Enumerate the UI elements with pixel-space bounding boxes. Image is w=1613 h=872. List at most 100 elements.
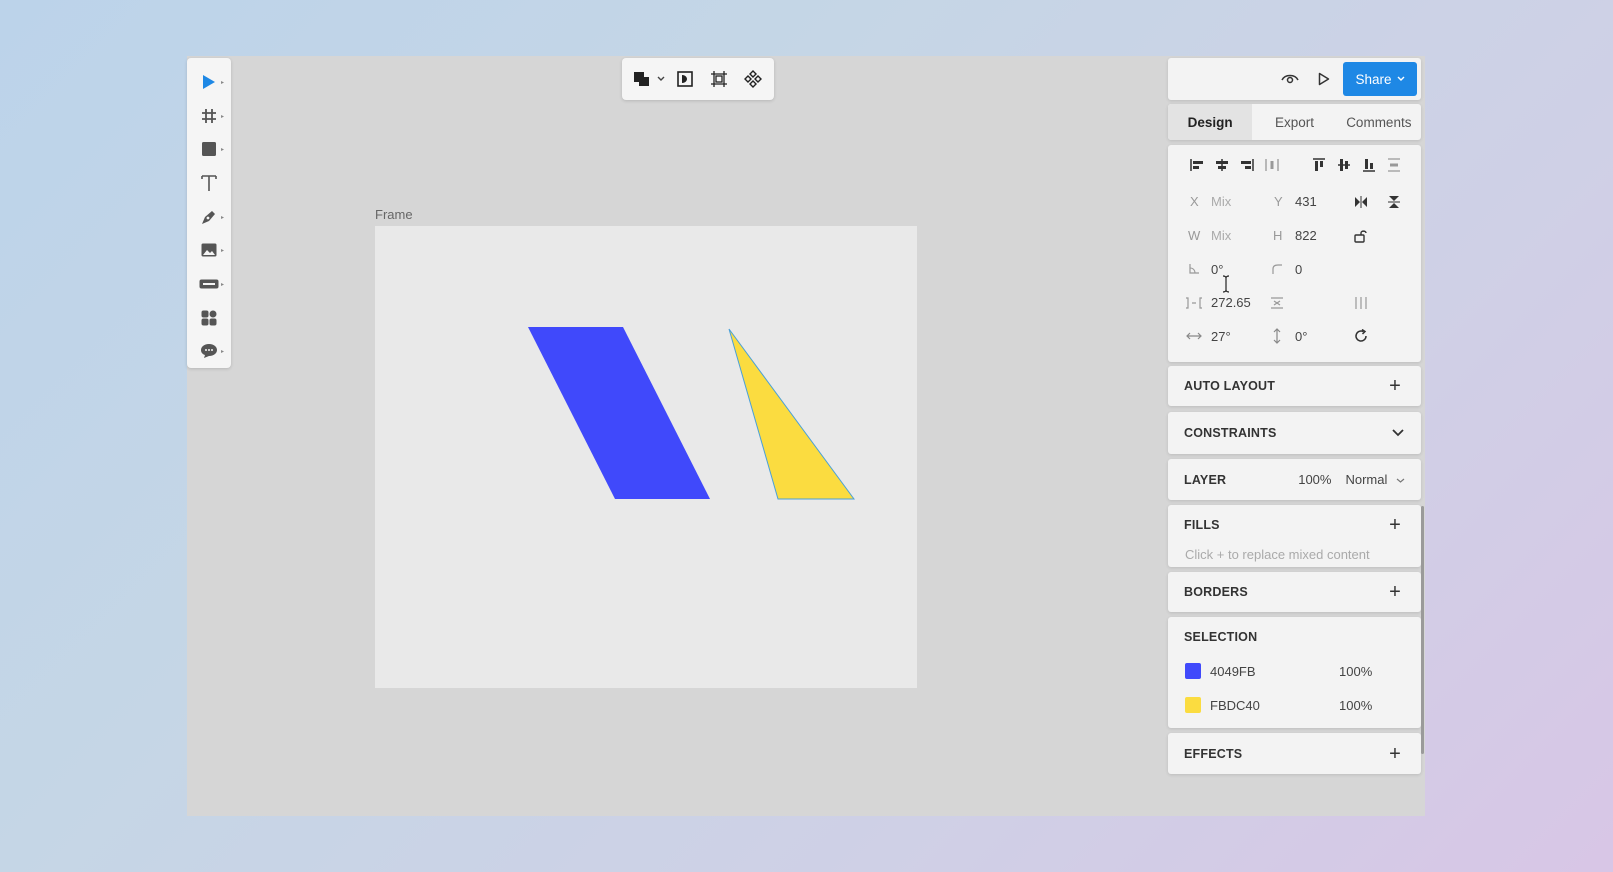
present-button[interactable] xyxy=(1307,62,1341,96)
boolean-union-icon xyxy=(633,72,649,86)
input-bar-icon xyxy=(199,279,219,289)
color-opacity[interactable]: 100% xyxy=(1339,664,1372,679)
selection-color-row[interactable]: 4049FB 100% xyxy=(1185,661,1405,681)
align-right-icon xyxy=(1240,159,1254,171)
selection-colors-section: SELECTION 4049FB 100% FBDC40 100% xyxy=(1168,617,1421,728)
preview-button[interactable] xyxy=(1273,62,1307,96)
create-component-button[interactable] xyxy=(736,58,770,100)
skew-row: 27° 0° xyxy=(1168,326,1421,351)
shapes-layer xyxy=(528,327,855,500)
x-field[interactable]: Mix xyxy=(1211,194,1231,209)
frame-canvas[interactable] xyxy=(375,226,917,688)
frame-tool[interactable]: ▸ xyxy=(187,99,231,133)
chevron-right-icon: ▸ xyxy=(220,248,224,255)
share-label: Share xyxy=(1355,71,1392,87)
selection-title: SELECTION xyxy=(1184,630,1258,644)
rotation-angle-icon xyxy=(1185,259,1203,279)
chevron-right-icon: ▸ xyxy=(220,147,224,154)
text-cursor-icon xyxy=(1222,275,1230,293)
align-bottom-button[interactable] xyxy=(1356,155,1381,175)
borders-title: BORDERS xyxy=(1184,585,1248,599)
chevron-right-icon: ▸ xyxy=(220,349,224,356)
widget-tool[interactable]: ▸ xyxy=(187,267,231,301)
share-button[interactable]: Share xyxy=(1343,62,1417,96)
align-center-h-button[interactable] xyxy=(1209,155,1234,175)
chevron-right-icon: ▸ xyxy=(220,282,224,289)
component-diamond-icon xyxy=(744,70,762,88)
blend-mode-select[interactable]: Normal xyxy=(1345,472,1405,487)
component-tool[interactable] xyxy=(187,301,231,335)
align-middle-v-button[interactable] xyxy=(1331,155,1356,175)
pen-tool[interactable]: ▸ xyxy=(187,200,231,234)
align-right-button[interactable] xyxy=(1234,155,1259,175)
boolean-ops-button[interactable] xyxy=(630,58,668,100)
color-swatch[interactable] xyxy=(1185,697,1201,713)
spacing-field[interactable]: 272.65 xyxy=(1211,295,1251,310)
frame-label[interactable]: Frame xyxy=(375,207,413,222)
flip-horizontal-button[interactable] xyxy=(1352,192,1370,212)
corner-radius-icon xyxy=(1268,259,1286,279)
borders-section: BORDERS + xyxy=(1168,572,1421,612)
fills-section: FILLS + Click + to replace mixed content xyxy=(1168,505,1421,567)
color-hex[interactable]: 4049FB xyxy=(1210,664,1256,679)
add-border-button[interactable]: + xyxy=(1385,582,1405,602)
text-tool[interactable] xyxy=(187,166,231,200)
rectangle-tool[interactable]: ▸ xyxy=(187,132,231,166)
blue-parallelogram[interactable] xyxy=(528,327,710,499)
move-tool[interactable]: ▸ xyxy=(187,65,231,99)
add-effect-button[interactable]: + xyxy=(1385,744,1405,764)
tab-comments[interactable]: Comments xyxy=(1337,104,1421,140)
panel-scrollbar[interactable] xyxy=(1421,506,1424,754)
w-field[interactable]: Mix xyxy=(1211,228,1231,243)
boolean-toolbar xyxy=(622,58,774,100)
add-auto-layout-button[interactable]: + xyxy=(1385,376,1405,396)
color-hex[interactable]: FBDC40 xyxy=(1210,698,1260,713)
layer-opacity[interactable]: 100% xyxy=(1298,472,1331,487)
spacing-icon xyxy=(1183,293,1205,313)
selection-color-row[interactable]: FBDC40 100% xyxy=(1185,695,1405,715)
y-field[interactable]: 431 xyxy=(1295,194,1317,209)
distribute-v-button[interactable] xyxy=(1381,155,1406,175)
comment-bubble-icon xyxy=(201,344,217,359)
align-bottom-icon xyxy=(1362,159,1375,172)
chevron-down-icon xyxy=(1397,76,1405,81)
chevron-down-icon xyxy=(1396,478,1405,483)
comment-tool[interactable]: ▸ xyxy=(187,334,231,368)
color-swatch[interactable] xyxy=(1185,663,1201,679)
align-top-button[interactable] xyxy=(1306,155,1331,175)
transform-properties: X Mix Y 431 W Mix H 822 0° 0 272.65 27° … xyxy=(1168,145,1421,362)
reset-transform-button[interactable] xyxy=(1352,326,1370,346)
align-middle-v-icon xyxy=(1337,159,1350,171)
effects-title: EFFECTS xyxy=(1184,746,1243,761)
add-fill-button[interactable]: + xyxy=(1385,515,1405,535)
columns-button[interactable] xyxy=(1352,293,1370,313)
chevron-right-icon: ▸ xyxy=(220,214,224,221)
unlock-icon xyxy=(1354,230,1367,243)
h-field[interactable]: 822 xyxy=(1295,228,1317,243)
constrain-proportions-button[interactable] xyxy=(1352,226,1370,246)
image-tool[interactable]: ▸ xyxy=(187,233,231,267)
yellow-triangle[interactable] xyxy=(728,328,855,500)
spacing-mode-icon xyxy=(1271,297,1283,309)
w-label: W xyxy=(1188,228,1201,243)
constraints-section: CONSTRAINTS xyxy=(1168,412,1421,454)
align-left-button[interactable] xyxy=(1184,155,1209,175)
color-opacity[interactable]: 100% xyxy=(1339,698,1372,713)
distribute-h-button[interactable] xyxy=(1259,155,1284,175)
flip-vertical-button[interactable] xyxy=(1385,192,1403,212)
spacing-row: 272.65 xyxy=(1168,295,1421,317)
tool-palette: ▸ ▸ ▸ ▸ ▸ ▸ ▸ xyxy=(187,58,231,368)
corner-radius-field[interactable]: 0 xyxy=(1295,262,1302,277)
frame-selection-button[interactable] xyxy=(702,58,736,100)
mask-button[interactable] xyxy=(668,58,702,100)
tab-design[interactable]: Design xyxy=(1168,104,1253,140)
skew-y-field[interactable]: 0° xyxy=(1295,329,1307,344)
position-row: X Mix Y 431 xyxy=(1168,194,1421,216)
hash-frame-icon xyxy=(202,108,216,123)
flip-horizontal-icon xyxy=(1355,196,1367,208)
align-toolbar xyxy=(1184,155,1411,175)
spacing-mode-button[interactable] xyxy=(1268,293,1286,313)
skew-x-field[interactable]: 27° xyxy=(1211,329,1231,344)
constraints-toggle[interactable] xyxy=(1391,428,1405,438)
tab-export[interactable]: Export xyxy=(1252,104,1336,140)
